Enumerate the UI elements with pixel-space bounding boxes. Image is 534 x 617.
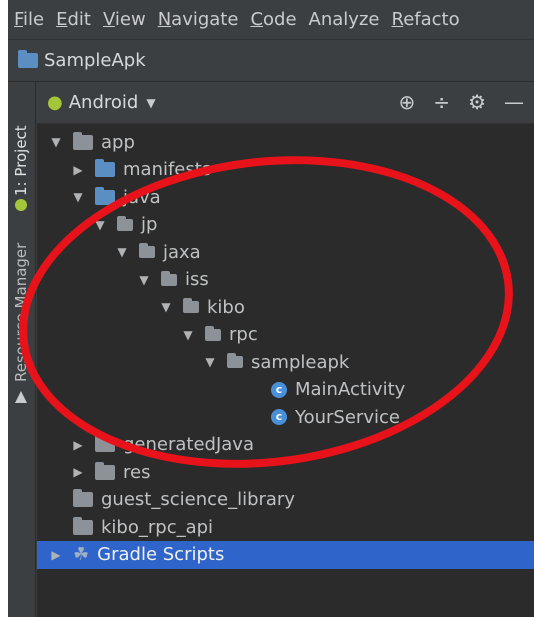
- gear-icon[interactable]: ⚙: [468, 90, 486, 114]
- project-panel: ● Android ▼ ⊕ ÷ ⚙ — ▼ app ▶ manifests ▼ java ▼…: [37, 82, 534, 617]
- package-icon: [205, 325, 221, 341]
- expand-arrow-icon[interactable]: ▼: [91, 218, 109, 232]
- project-folder-icon: [18, 50, 38, 68]
- tree-node-label: iss: [185, 269, 209, 290]
- menu-bar: File Edit View Navigate Code Analyze Refacto: [8, 0, 534, 40]
- tree-node-label: manifests: [123, 159, 212, 180]
- expand-arrow-icon[interactable]: ▼: [135, 273, 153, 287]
- collapse-all-icon[interactable]: ÷: [433, 90, 450, 114]
- res-folder-icon: [95, 461, 115, 480]
- tree-node[interactable]: c YourService: [37, 403, 534, 431]
- tree-node-label: rpc: [229, 324, 258, 345]
- expand-arrow-icon[interactable]: ▼: [47, 135, 65, 149]
- menu-item[interactable]: Edit: [56, 9, 91, 30]
- tree-node-label: sampleapk: [251, 351, 350, 373]
- tool-window-sidebar: 1: Project Resource Manager: [8, 82, 36, 617]
- menu-item[interactable]: Refacto: [391, 9, 459, 30]
- navigation-bar: SampleApk: [8, 40, 534, 82]
- hide-icon[interactable]: —: [504, 90, 524, 114]
- tree-node-label: Gradle Scripts: [97, 544, 225, 565]
- tree-node-label: jaxa: [163, 241, 201, 263]
- generated-folder-icon: [95, 434, 115, 452]
- package-icon: [227, 353, 243, 368]
- collapse-arrow-icon[interactable]: ▶: [69, 438, 87, 452]
- module-folder-icon: [73, 131, 93, 150]
- tree-node[interactable]: ▶ manifests: [37, 156, 534, 184]
- collapse-arrow-icon[interactable]: ▶: [69, 163, 87, 177]
- tree-node-label: jp: [141, 214, 158, 235]
- expand-arrow-icon[interactable]: ▼: [113, 245, 131, 259]
- tree-node-label: res: [123, 461, 151, 483]
- tree-node-label: generatedJava: [123, 434, 254, 455]
- collapse-arrow-icon[interactable]: ▶: [47, 548, 65, 562]
- project-name[interactable]: SampleApk: [44, 50, 146, 71]
- tree-node[interactable]: ▶ ☘ Gradle Scripts: [37, 540, 534, 569]
- tree-node-label: kibo: [207, 296, 245, 318]
- tree-node[interactable]: ▶ generatedJava: [37, 431, 534, 459]
- project-tab[interactable]: 1: Project: [12, 86, 30, 196]
- tree-node-label: kibo_rpc_api: [101, 516, 214, 538]
- tree-node[interactable]: guest_science_library: [37, 486, 534, 514]
- tree-node-label: MainActivity: [295, 379, 406, 400]
- tree-node[interactable]: ▶ res: [37, 458, 534, 486]
- tree-node[interactable]: ▼ jaxa: [37, 238, 534, 266]
- tree-node[interactable]: c MainActivity: [37, 376, 534, 404]
- package-icon: [139, 243, 155, 258]
- project-tree: ▼ app ▶ manifests ▼ java ▼ jp ▼ jaxa ▼ iss ▼ kibo ▼ rpc…: [37, 124, 534, 617]
- project-toolbar: ● Android ▼ ⊕ ÷ ⚙ —: [37, 82, 534, 124]
- tree-node[interactable]: ▼ rpc: [37, 321, 534, 349]
- expand-arrow-icon[interactable]: ▼: [69, 190, 87, 204]
- package-icon: [183, 298, 199, 313]
- folder-icon: [95, 159, 115, 177]
- locate-icon[interactable]: ⊕: [399, 90, 416, 114]
- tree-node-label: app: [101, 131, 135, 153]
- package-icon: [117, 215, 133, 231]
- folder-icon: [95, 186, 115, 205]
- menu-item[interactable]: Code: [250, 9, 296, 30]
- tree-node-label: java: [123, 186, 161, 208]
- class-icon: c: [271, 381, 287, 398]
- tree-node[interactable]: ▼ jp: [37, 211, 534, 239]
- tree-node[interactable]: kibo_rpc_api: [37, 513, 534, 541]
- package-icon: [161, 270, 177, 286]
- gradle-icon: ☘: [73, 544, 90, 565]
- ide-window: File Edit View Navigate Code Analyze Refacto S…: [8, 0, 534, 617]
- tree-node-label: YourService: [295, 406, 400, 428]
- tree-node[interactable]: ▼ sampleapk: [37, 348, 534, 376]
- expand-arrow-icon[interactable]: ▼: [179, 328, 197, 342]
- expand-arrow-icon[interactable]: ▼: [157, 300, 175, 314]
- chevron-down-icon[interactable]: ▼: [146, 96, 155, 110]
- android-robot-icon: [15, 199, 27, 211]
- collapse-arrow-icon[interactable]: ▶: [69, 465, 87, 479]
- module-folder-icon: [73, 516, 93, 535]
- resource-manager-tab[interactable]: Resource Manager: [12, 212, 30, 382]
- expand-arrow-icon[interactable]: ▼: [201, 355, 219, 369]
- tree-node[interactable]: ▼ app: [37, 128, 534, 156]
- menu-item[interactable]: Navigate: [158, 9, 239, 30]
- tree-node[interactable]: ▼ iss: [37, 266, 534, 294]
- menu-item[interactable]: View: [103, 9, 146, 30]
- tree-node-label: guest_science_library: [101, 489, 295, 510]
- tree-node[interactable]: ▼ kibo: [37, 293, 534, 321]
- class-icon: c: [271, 409, 287, 425]
- module-folder-icon: [73, 489, 93, 507]
- view-mode-select[interactable]: Android: [69, 92, 139, 113]
- tree-node[interactable]: ▼ java: [37, 183, 534, 211]
- android-icon: ●: [47, 92, 63, 113]
- menu-item[interactable]: Analyze: [309, 9, 380, 30]
- resource-manager-icon: [15, 391, 27, 403]
- menu-item[interactable]: File: [14, 9, 44, 30]
